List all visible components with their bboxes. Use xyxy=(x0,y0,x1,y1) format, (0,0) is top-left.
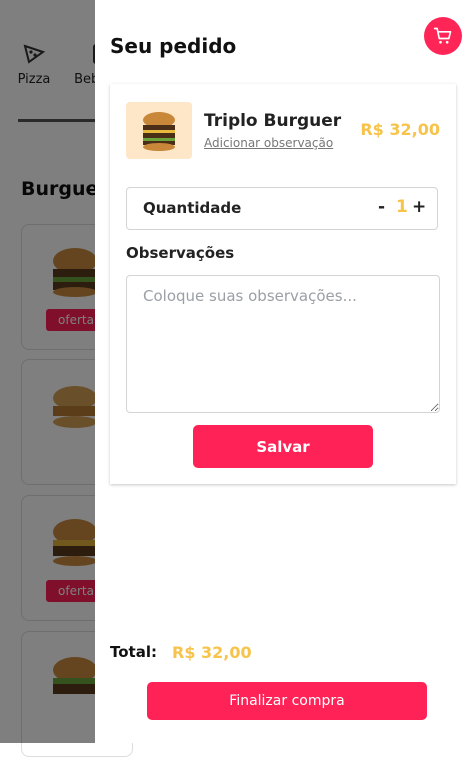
item-name: Triplo Burguer xyxy=(204,111,342,131)
item-price: R$ 32,00 xyxy=(360,120,440,139)
order-panel: Seu pedido Triplo Burguer Adicionar obse… xyxy=(95,0,476,743)
quantity-value: 1 xyxy=(396,197,408,217)
triple-burger-image xyxy=(143,111,175,151)
cart-icon xyxy=(433,27,452,44)
quantity-label: Quantidade xyxy=(143,199,242,217)
panel-title: Seu pedido xyxy=(110,34,237,58)
order-card: Triplo Burguer Adicionar observação R$ 3… xyxy=(110,84,456,484)
notes-label: Observações xyxy=(126,244,235,262)
quantity-stepper: Quantidade - 1 + xyxy=(126,187,438,230)
add-note-link[interactable]: Adicionar observação xyxy=(204,136,333,150)
increase-quantity-button[interactable]: + xyxy=(412,197,426,217)
item-thumbnail xyxy=(126,102,192,159)
total-value: R$ 32,00 xyxy=(172,643,252,662)
save-button[interactable]: Salvar xyxy=(193,425,373,468)
cart-button[interactable] xyxy=(424,17,462,55)
decrease-quantity-button[interactable]: - xyxy=(378,197,385,217)
checkout-button[interactable]: Finalizar compra xyxy=(147,682,427,720)
notes-input[interactable] xyxy=(126,275,440,413)
total-label: Total: xyxy=(110,643,157,661)
